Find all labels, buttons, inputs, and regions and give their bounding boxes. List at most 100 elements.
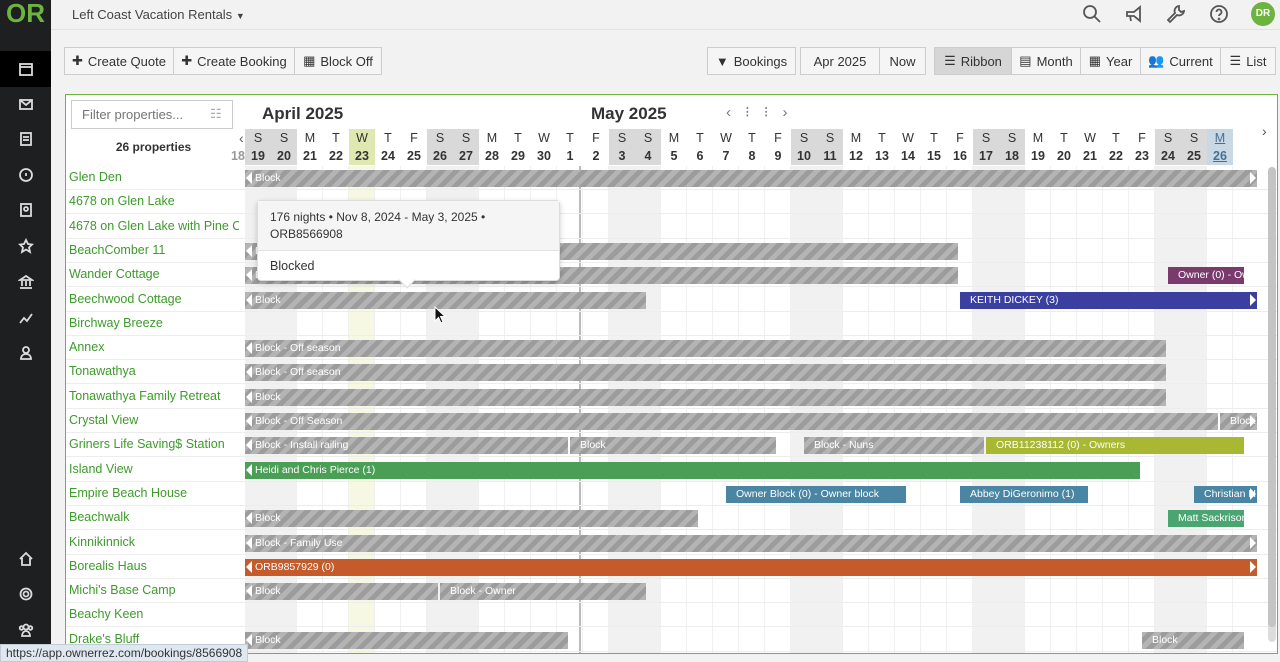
- property-name-link[interactable]: BeachComber 11: [69, 243, 239, 257]
- now-button[interactable]: Now: [879, 47, 926, 75]
- booking-bar[interactable]: Christian H: [1194, 485, 1257, 503]
- app-logo[interactable]: OR: [0, 0, 51, 50]
- day-header[interactable]: S 20: [271, 129, 297, 165]
- filter-properties-input[interactable]: [71, 100, 233, 129]
- day-header[interactable]: T 15: [921, 129, 947, 165]
- current-view-button[interactable]: 👥 Current: [1140, 47, 1221, 75]
- team-nav-icon[interactable]: [0, 612, 51, 648]
- calendar-nav-icon[interactable]: [0, 51, 51, 87]
- booking-bar[interactable]: ORB9857929 (0): [245, 558, 1257, 576]
- reports-nav-icon[interactable]: [0, 300, 51, 336]
- block-bar[interactable]: Block - Off Season: [245, 413, 1218, 430]
- day-header[interactable]: M 26: [1207, 129, 1233, 165]
- day-header[interactable]: S 25: [1181, 129, 1207, 165]
- block-bar[interactable]: Block: [1142, 631, 1244, 649]
- booking-bar[interactable]: Abbey DiGeronimo (1): [960, 485, 1088, 503]
- day-header[interactable]: F2: [583, 129, 609, 165]
- create-booking-button[interactable]: ✚ Create Booking: [173, 47, 295, 75]
- property-name-link[interactable]: Borealis Haus: [69, 559, 239, 573]
- day-header[interactable]: M 28: [479, 129, 505, 165]
- home-nav-icon[interactable]: [0, 541, 51, 577]
- inbox-nav-icon[interactable]: [0, 86, 51, 122]
- block-bar[interactable]: Block: [570, 437, 776, 455]
- day-header[interactable]: S 26: [427, 129, 453, 165]
- day-header[interactable]: S 27: [453, 129, 479, 165]
- property-name-link[interactable]: Tonawathya: [69, 364, 239, 378]
- block-bar[interactable]: Block: [245, 583, 438, 601]
- day-header[interactable]: M5: [661, 129, 687, 165]
- block-bar[interactable]: Block - Off season: [245, 340, 1166, 358]
- day-header[interactable]: T8: [739, 129, 765, 165]
- property-name-link[interactable]: Tonawathya Family Retreat: [69, 389, 239, 403]
- property-name-link[interactable]: Glen Den: [69, 170, 239, 184]
- property-name-link[interactable]: 4678 on Glen Lake: [69, 194, 239, 208]
- property-name-link[interactable]: Crystal View: [69, 413, 239, 427]
- day-header[interactable]: M 12: [843, 129, 869, 165]
- property-name-link[interactable]: Empire Beach House: [69, 486, 239, 500]
- accounting-nav-icon[interactable]: [0, 264, 51, 300]
- property-name-link[interactable]: Birchway Breeze: [69, 316, 239, 330]
- day-header[interactable]: T 22: [1103, 129, 1129, 165]
- month-view-button[interactable]: ▤ Month: [1011, 47, 1081, 75]
- sliders-icon[interactable]: ☷: [210, 106, 222, 122]
- property-name-link[interactable]: Island View: [69, 462, 239, 476]
- year-view-button[interactable]: ▦ Year: [1080, 47, 1141, 75]
- property-name-link[interactable]: 4678 on Glen Lake with Pine Co: [69, 219, 239, 233]
- property-name-link[interactable]: Beachy Keen: [69, 607, 239, 621]
- user-avatar[interactable]: DR: [1251, 2, 1275, 26]
- reviews-nav-icon[interactable]: [0, 228, 51, 264]
- day-header[interactable]: F9: [765, 129, 791, 165]
- help-icon[interactable]: [1209, 4, 1229, 24]
- booking-bar[interactable]: Owner Block (0) - Owner block: [726, 485, 906, 503]
- property-name-link[interactable]: Beachwalk: [69, 510, 239, 524]
- day-header[interactable]: S 10: [791, 129, 817, 165]
- day-header[interactable]: T 20: [1051, 129, 1077, 165]
- day-header[interactable]: M 19: [1025, 129, 1051, 165]
- day-header[interactable]: S 24: [1155, 129, 1181, 165]
- block-bar[interactable]: Block - Owner: [440, 583, 646, 601]
- booking-bar[interactable]: Owner (0) - Owner: [1168, 267, 1244, 285]
- property-name-link[interactable]: Kinnikinnick: [69, 535, 239, 549]
- day-header[interactable]: F 25: [401, 129, 427, 165]
- block-bar[interactable]: Block: [1220, 413, 1257, 430]
- block-bar[interactable]: Block - Install railing: [245, 437, 568, 455]
- tools-icon[interactable]: [1166, 4, 1186, 24]
- bookings-filter-button[interactable]: ▼ Bookings: [707, 47, 796, 75]
- block-bar[interactable]: Block: [245, 631, 568, 649]
- create-quote-button[interactable]: ✚ Create Quote: [64, 47, 174, 75]
- booking-bar[interactable]: Matt Sackrison: [1168, 510, 1244, 528]
- day-header[interactable]: F 23: [1129, 129, 1155, 165]
- day-header[interactable]: T 24: [375, 129, 401, 165]
- day-header[interactable]: W 14: [895, 129, 921, 165]
- day-header[interactable]: S3: [609, 129, 635, 165]
- property-name-link[interactable]: Wander Cottage: [69, 267, 239, 281]
- day-header[interactable]: W7: [713, 129, 739, 165]
- booking-bar[interactable]: Heidi and Chris Pierce (1): [245, 461, 1140, 479]
- day-header[interactable]: W 30: [531, 129, 557, 165]
- block-bar[interactable]: Block - Off season: [245, 364, 1166, 382]
- day-header[interactable]: T 29: [505, 129, 531, 165]
- block-bar[interactable]: Block - Nuns: [804, 437, 984, 455]
- announcements-icon[interactable]: [1124, 4, 1144, 24]
- document-nav-icon[interactable]: [0, 121, 51, 157]
- day-header[interactable]: S 19: [245, 129, 271, 165]
- booking-bar[interactable]: KEITH DICKEY (3): [960, 291, 1257, 309]
- booking-bar[interactable]: ORB11238112 (0) - Owners: [986, 437, 1244, 455]
- block-bar[interactable]: Block: [245, 170, 1257, 187]
- company-selector[interactable]: Left Coast Vacation Rentals ▼: [72, 7, 245, 22]
- search-icon[interactable]: [1082, 4, 1102, 24]
- day-header[interactable]: M 21: [297, 129, 323, 165]
- day-header[interactable]: S4: [635, 129, 661, 165]
- month-navigation[interactable]: ‹⁝⁝›: [726, 103, 802, 121]
- day-header[interactable]: S 11: [817, 129, 843, 165]
- block-off-button[interactable]: ▦ Block Off: [294, 47, 382, 75]
- settings-nav-icon[interactable]: [0, 576, 51, 612]
- period-selector[interactable]: Apr 2025: [800, 47, 880, 75]
- day-header[interactable]: W 21: [1077, 129, 1103, 165]
- property-name-link[interactable]: Annex: [69, 340, 239, 354]
- list-view-button[interactable]: ☰ List: [1220, 47, 1276, 75]
- contacts-nav-icon[interactable]: [0, 192, 51, 228]
- ribbon-view-button[interactable]: ☰ Ribbon: [934, 47, 1012, 75]
- block-bar[interactable]: Block: [245, 510, 698, 528]
- day-header[interactable]: T 22: [323, 129, 349, 165]
